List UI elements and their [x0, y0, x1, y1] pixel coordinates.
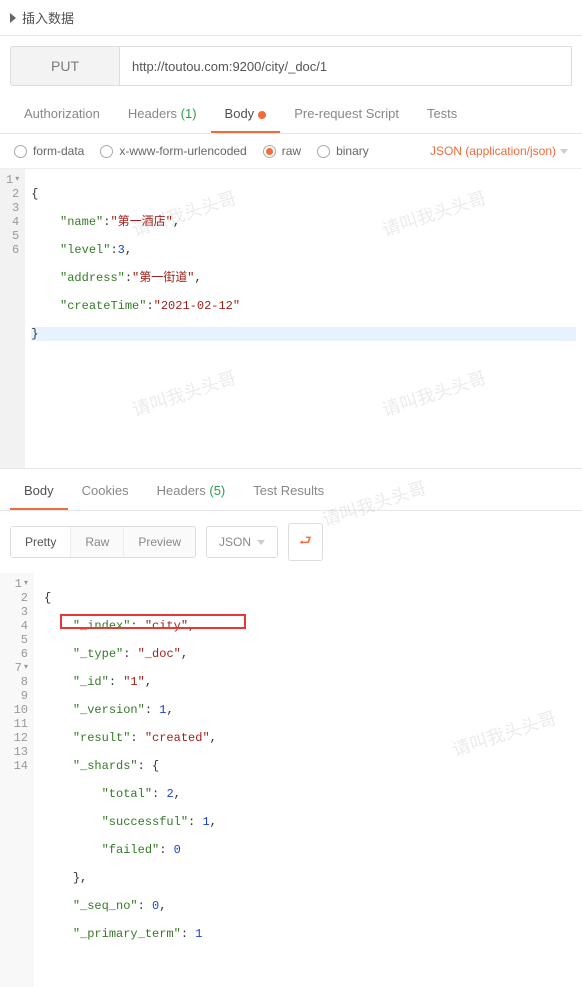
radio-urlencoded[interactable]: x-www-form-urlencoded: [100, 144, 246, 158]
radio-raw[interactable]: raw: [263, 144, 301, 158]
wrap-lines-button[interactable]: ⮐: [288, 523, 323, 561]
tab-prerequest[interactable]: Pre-request Script: [280, 96, 413, 133]
view-preview[interactable]: Preview: [124, 527, 195, 557]
view-mode-group: Pretty Raw Preview: [10, 526, 196, 558]
unsaved-dot-icon: [258, 111, 266, 119]
tab-authorization[interactable]: Authorization: [10, 96, 114, 133]
request-row: PUT: [0, 36, 582, 96]
body-config-row: form-data x-www-form-urlencoded raw bina…: [0, 134, 582, 169]
resp-tab-cookies[interactable]: Cookies: [68, 473, 143, 510]
view-pretty[interactable]: Pretty: [11, 527, 71, 557]
tab-tests[interactable]: Tests: [413, 96, 471, 133]
response-gutter: 1▾ 2 3 4 5 6 7▾ 8 9 10 11 12 13 14: [0, 573, 34, 987]
resp-tab-headers[interactable]: Headers (5): [143, 473, 240, 510]
request-body-editor[interactable]: 1▾ 2 3 4 5 6 { "name":"第一酒店", "level":3,…: [0, 169, 582, 469]
response-code: { "_index": "city", "_type": "_doc", "_i…: [34, 573, 582, 987]
response-body-editor[interactable]: 1▾ 2 3 4 5 6 7▾ 8 9 10 11 12 13 14 { "_i…: [0, 573, 582, 987]
http-method-select[interactable]: PUT: [10, 46, 120, 86]
resp-tab-body[interactable]: Body: [10, 473, 68, 510]
tab-body[interactable]: Body: [211, 96, 281, 133]
request-code[interactable]: { "name":"第一酒店", "level":3, "address":"第…: [25, 169, 582, 468]
content-type-select[interactable]: JSON (application/json): [430, 144, 568, 158]
wrap-icon: ⮐: [299, 530, 312, 554]
radio-form-data[interactable]: form-data: [14, 144, 84, 158]
chevron-down-icon: [560, 149, 568, 154]
section-header[interactable]: 插入数据: [0, 0, 582, 36]
request-tabs: Authorization Headers (1) Body Pre-reque…: [0, 96, 582, 134]
response-tabs: Body Cookies Headers (5) Test Results: [0, 473, 582, 511]
radio-binary[interactable]: binary: [317, 144, 369, 158]
view-raw[interactable]: Raw: [71, 527, 124, 557]
url-input[interactable]: [120, 46, 572, 86]
section-title: 插入数据: [22, 8, 74, 27]
caret-right-icon: [10, 13, 16, 23]
response-format-select[interactable]: JSON: [206, 526, 278, 558]
request-gutter: 1▾ 2 3 4 5 6: [0, 169, 25, 468]
resp-tab-tests[interactable]: Test Results: [239, 473, 338, 510]
tab-headers[interactable]: Headers (1): [114, 96, 211, 133]
chevron-down-icon: [257, 540, 265, 545]
response-controls: Pretty Raw Preview JSON ⮐: [0, 511, 582, 573]
